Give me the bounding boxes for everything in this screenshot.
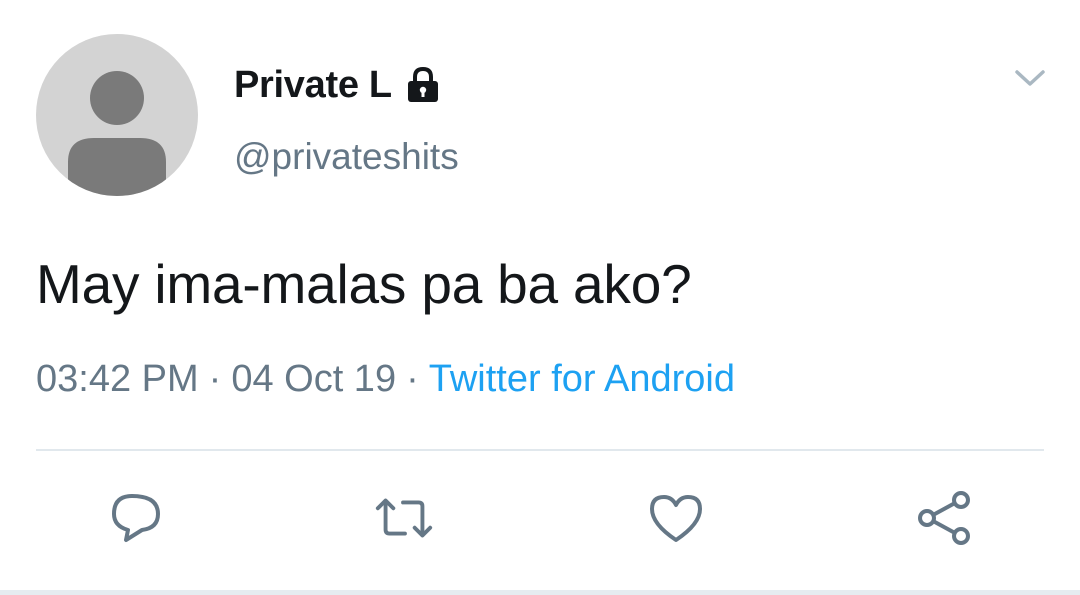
lock-icon bbox=[406, 66, 440, 104]
retweet-icon bbox=[375, 498, 433, 538]
reply-icon bbox=[112, 494, 160, 542]
share-button[interactable] bbox=[912, 488, 976, 548]
chevron-down-icon[interactable] bbox=[1008, 60, 1052, 96]
like-button[interactable] bbox=[644, 488, 708, 548]
tweet-card: Private L @privateshits May ima-malas pa… bbox=[0, 0, 1080, 595]
meta-separator: · bbox=[208, 358, 222, 400]
reply-button[interactable] bbox=[104, 488, 168, 548]
divider bbox=[36, 449, 1044, 451]
like-icon bbox=[650, 495, 702, 542]
default-avatar-icon bbox=[68, 71, 166, 196]
user-handle[interactable]: @privateshits bbox=[234, 136, 459, 178]
share-icon bbox=[918, 491, 970, 545]
meta-separator: · bbox=[406, 358, 419, 400]
tweet-time: 03:42 PM bbox=[36, 358, 199, 400]
display-name-row: Private L bbox=[234, 60, 440, 110]
avatar[interactable] bbox=[36, 34, 198, 196]
tweet-source-link[interactable]: Twitter for Android bbox=[429, 358, 735, 400]
retweet-button[interactable] bbox=[372, 488, 436, 548]
bottom-border bbox=[0, 590, 1080, 595]
tweet-date: 04 Oct 19 bbox=[231, 358, 397, 400]
tweet-text: May ima-malas pa ba ako? bbox=[36, 253, 692, 315]
display-name[interactable]: Private L bbox=[234, 64, 392, 107]
tweet-meta: 03:42 PM · 04 Oct 19 · Twitter for Android bbox=[36, 358, 735, 401]
